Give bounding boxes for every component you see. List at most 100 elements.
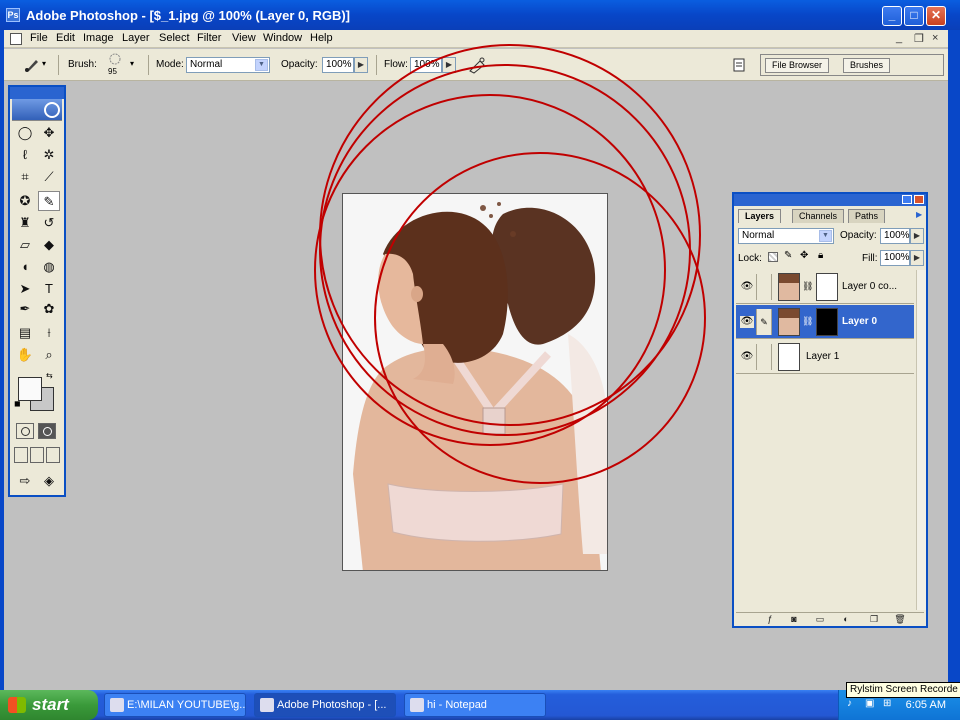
screen-mode-standard-button[interactable]	[14, 447, 28, 463]
menu-layer[interactable]: Layer	[122, 32, 150, 44]
opacity-input[interactable]: 100%	[322, 57, 354, 73]
menu-image[interactable]: Image	[83, 32, 114, 44]
menu-file[interactable]: File	[30, 32, 48, 44]
crop-tool-icon[interactable]: ⌗	[14, 167, 36, 187]
visibility-eye-icon[interactable]: 👁︎	[740, 281, 754, 293]
menu-edit[interactable]: Edit	[56, 32, 75, 44]
layer-opacity-slider-button[interactable]: ▶	[910, 228, 924, 244]
layer-link-column[interactable]	[756, 344, 772, 370]
blur-tool-icon[interactable]: ◖	[14, 257, 36, 277]
brush-tip-icon[interactable]	[108, 52, 122, 66]
eyedropper-tool-icon[interactable]: ⟊	[38, 323, 60, 343]
visibility-eye-icon[interactable]: 👁︎	[740, 316, 754, 328]
maximize-button[interactable]: □	[904, 6, 924, 26]
path-selection-tool-icon[interactable]: ➤	[14, 279, 36, 299]
blend-mode-select[interactable]: Normal ▼	[738, 228, 834, 244]
layers-scrollbar[interactable]	[916, 270, 926, 610]
tab-channels[interactable]: Channels	[792, 209, 845, 223]
add-mask-icon[interactable]: ◙	[788, 614, 800, 625]
taskbar-item-photoshop[interactable]: Adobe Photoshop - [...	[254, 693, 396, 717]
photoshop-app-icon[interactable]: Ps	[6, 8, 20, 22]
start-button[interactable]: start	[0, 690, 98, 720]
eraser-tool-icon[interactable]: ▱	[14, 235, 36, 255]
menu-help[interactable]: Help	[310, 32, 333, 44]
opacity-slider-button[interactable]: ▶	[354, 57, 368, 73]
layer-style-icon[interactable]: ƒ	[764, 614, 776, 625]
dodge-tool-icon[interactable]: ◍	[38, 257, 60, 277]
tab-brushes[interactable]: Brushes	[843, 58, 891, 73]
fill-slider-button[interactable]: ▶	[910, 250, 924, 266]
document-icon[interactable]	[10, 33, 22, 45]
custom-shape-tool-icon[interactable]: ✿	[38, 299, 60, 319]
toolbox-title-bar[interactable]	[10, 87, 64, 99]
layer-link-column[interactable]	[756, 274, 772, 300]
document-canvas[interactable]	[342, 193, 608, 571]
layer-mask-thumbnail[interactable]	[816, 308, 838, 336]
history-brush-tool-icon[interactable]: ↺	[38, 213, 60, 233]
new-group-icon[interactable]: ▭	[814, 614, 826, 625]
lock-paint-icon[interactable]: ✎	[784, 250, 792, 261]
brush-tool-icon[interactable]: ✎	[38, 191, 60, 211]
doc-close-button[interactable]: ×	[932, 32, 938, 44]
imageready-icon[interactable]: ◈	[38, 471, 60, 491]
lock-move-icon[interactable]: ✥	[800, 250, 808, 261]
active-brush-icon[interactable]: ✎	[756, 309, 772, 335]
lock-all-icon[interactable]: 🔒︎	[818, 250, 823, 261]
doc-restore-button[interactable]: ❐	[914, 32, 924, 45]
palette-menu-arrow-icon[interactable]: ▶	[916, 210, 922, 219]
close-button[interactable]: ✕	[926, 6, 946, 26]
lock-transparency-icon[interactable]	[768, 252, 778, 262]
menu-window[interactable]: Window	[263, 32, 302, 44]
layer-row[interactable]: 👁︎ ⛓︎ Layer 0 co...	[736, 270, 914, 304]
type-tool-icon[interactable]: T	[38, 279, 60, 299]
adobe-online-logo[interactable]	[12, 99, 62, 121]
tool-preset-arrow-icon[interactable]: ▾	[42, 59, 46, 68]
jump-to-imageready-icon[interactable]: ⇨	[14, 471, 36, 491]
tab-file-browser[interactable]: File Browser	[765, 58, 830, 73]
notes-tool-icon[interactable]: ▤	[14, 323, 36, 343]
pen-tool-icon[interactable]: ✒	[14, 299, 36, 319]
paint-bucket-tool-icon[interactable]: ◆	[38, 235, 60, 255]
slice-tool-icon[interactable]: ⟋	[38, 167, 60, 187]
palette-options-icon[interactable]	[732, 57, 746, 73]
menu-select[interactable]: Select	[159, 32, 190, 44]
menu-view[interactable]: View	[232, 32, 256, 44]
network-icon[interactable]: ⊞	[883, 698, 891, 709]
hand-tool-icon[interactable]: ✋	[14, 345, 36, 365]
clock[interactable]: 6:05 AM	[906, 699, 946, 711]
swap-colors-icon[interactable]: ⇆	[46, 371, 53, 380]
healing-brush-tool-icon[interactable]: ✪	[14, 191, 36, 211]
foreground-color-swatch[interactable]	[18, 377, 42, 401]
airbrush-icon[interactable]	[466, 55, 488, 75]
zoom-tool-icon[interactable]: ⌕	[38, 345, 60, 365]
layer-row-selected[interactable]: 👁︎ ✎ ⛓︎ Layer 0	[736, 305, 914, 339]
adjustment-layer-icon[interactable]: ◐	[840, 614, 852, 625]
volume-icon[interactable]: ♪	[847, 698, 852, 709]
flow-slider-button[interactable]: ▶	[442, 57, 456, 73]
mask-link-icon[interactable]: ⛓︎	[802, 281, 813, 292]
layer-row[interactable]: 👁︎ Layer 1	[736, 340, 914, 374]
lasso-tool-icon[interactable]: ℓ	[14, 145, 36, 165]
visibility-eye-icon[interactable]: 👁︎	[740, 351, 754, 363]
fill-input[interactable]: 100%	[880, 250, 910, 266]
palette-minimize-button[interactable]	[902, 195, 912, 204]
move-tool-icon[interactable]: ✥	[38, 123, 60, 143]
mask-link-icon[interactable]: ⛓︎	[802, 316, 813, 327]
palette-close-button[interactable]	[914, 195, 924, 204]
tab-layers[interactable]: Layers	[738, 209, 782, 223]
taskbar-item-explorer[interactable]: E:\MILAN YOUTUBE\g...	[104, 693, 246, 717]
brush-tool-icon[interactable]	[24, 57, 40, 73]
standard-mode-button[interactable]	[16, 423, 34, 439]
mode-select[interactable]: Normal ▼	[186, 57, 270, 73]
marquee-tool-icon[interactable]: ◯	[14, 123, 36, 143]
clone-stamp-tool-icon[interactable]: ♜	[14, 213, 36, 233]
doc-minimize-button[interactable]: _	[896, 32, 902, 44]
layer-mask-thumbnail[interactable]	[816, 273, 838, 301]
tab-paths[interactable]: Paths	[848, 209, 886, 223]
menu-filter[interactable]: Filter	[197, 32, 221, 44]
delete-layer-icon[interactable]: 🗑︎	[894, 614, 906, 625]
new-layer-icon[interactable]: ❐	[868, 614, 880, 625]
screen-mode-full-menu-button[interactable]	[30, 447, 44, 463]
taskbar-item-notepad[interactable]: hi - Notepad	[404, 693, 546, 717]
layers-palette-title-bar[interactable]	[734, 194, 926, 206]
